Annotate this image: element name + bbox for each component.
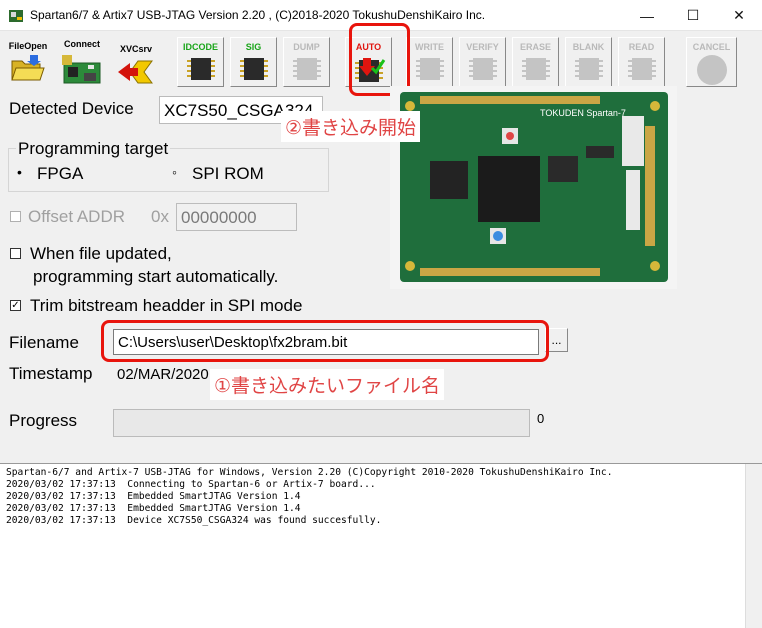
xvc-server-icon xyxy=(118,60,153,84)
folder-open-icon xyxy=(11,55,45,81)
idcode-label: IDCODE xyxy=(182,42,218,52)
verify-button[interactable]: VERIFY xyxy=(459,37,506,87)
svg-text:TOKUDEN Spartan-7: TOKUDEN Spartan-7 xyxy=(540,108,626,118)
trim-label: Trim bitstream headder in SPI mode xyxy=(30,296,303,315)
write-button[interactable]: WRITE xyxy=(406,37,453,87)
cancel-label: CANCEL xyxy=(692,42,731,52)
cancel-button[interactable]: CANCEL xyxy=(686,37,737,87)
erase-button[interactable]: ERASE xyxy=(512,37,559,87)
cancel-circle-icon xyxy=(696,55,727,85)
erase-label: ERASE xyxy=(519,42,551,52)
dump-button[interactable]: DUMP xyxy=(283,37,330,87)
auto-program-label-line1: When file updated, xyxy=(30,244,172,263)
maximize-button[interactable]: ☐ xyxy=(670,0,716,31)
blank-button[interactable]: BLANK xyxy=(565,37,612,87)
offset-label: Offset ADDR xyxy=(28,207,125,226)
progress-bar xyxy=(113,409,530,437)
connect-label: Connect xyxy=(64,39,100,49)
chip-icon xyxy=(239,58,268,80)
programming-target-legend: Programming target xyxy=(16,139,171,159)
idcode-button[interactable]: IDCODE xyxy=(177,37,224,87)
sig-label: SIG xyxy=(245,42,262,52)
offset-addr-field[interactable]: 00000000 xyxy=(176,203,297,231)
chip-disabled-icon xyxy=(292,58,321,80)
fileopen-label: FileOpen xyxy=(8,41,48,51)
detected-device-label: Detected Device xyxy=(9,99,134,118)
progress-value: 0 xyxy=(537,411,545,426)
log-line: 2020/03/02 17:37:13 Embedded SmartJTAG V… xyxy=(6,491,301,502)
auto-program-checkbox[interactable] xyxy=(10,248,21,259)
log-line: 2020/03/02 17:37:13 Embedded SmartJTAG V… xyxy=(6,503,301,514)
chip-disabled-icon xyxy=(574,58,603,80)
chip-icon xyxy=(186,58,215,80)
app-icon xyxy=(9,10,23,22)
filename-highlight-box xyxy=(101,320,549,362)
radio-fpga[interactable]: • FPGA xyxy=(17,164,127,184)
sig-button[interactable]: SIG xyxy=(230,37,277,87)
read-button[interactable]: READ xyxy=(618,37,665,87)
minimize-button[interactable]: — xyxy=(624,0,670,31)
timestamp-label: Timestamp xyxy=(9,364,93,383)
offset-checkbox[interactable] xyxy=(10,211,21,222)
auto-program-label-line2: programming start automatically. xyxy=(33,267,279,286)
offset-prefix: 0x xyxy=(151,207,169,226)
log-line: 2020/03/02 17:37:13 Connecting to Sparta… xyxy=(6,479,376,490)
write-label: WRITE xyxy=(415,42,444,52)
connect-board-icon xyxy=(62,55,101,84)
blank-label: BLANK xyxy=(572,42,605,52)
connect-button[interactable]: Connect xyxy=(56,37,108,87)
dump-label: DUMP xyxy=(293,42,320,52)
xvcsrv-button[interactable]: XVCsrv xyxy=(110,37,162,87)
log-scrollbar[interactable] xyxy=(745,464,762,628)
annotation-step1: ①書き込みたいファイル名 xyxy=(210,369,445,400)
fpga-board-photo: TOKUDEN Spartan-7 xyxy=(390,86,677,289)
radio-spi-rom[interactable]: ◦ SPI ROM xyxy=(172,164,292,184)
chip-disabled-icon xyxy=(415,58,444,80)
verify-label: VERIFY xyxy=(466,42,499,52)
filename-label: Filename xyxy=(9,333,79,352)
radio-fpga-label: FPGA xyxy=(37,164,84,183)
trim-checkbox[interactable]: ✓ xyxy=(10,300,21,311)
window-title: Spartan6/7 & Artix7 USB-JTAG Version 2.2… xyxy=(30,8,486,22)
log-panel: Spartan-6/7 and Artix-7 USB-JTAG for Win… xyxy=(0,463,762,628)
progress-label: Progress xyxy=(9,411,78,430)
log-line: 2020/03/02 17:37:13 Device XC7S50_CSGA32… xyxy=(6,515,382,526)
annotation-step2: ②書き込み開始 xyxy=(281,111,421,142)
radio-spi-dot: ◦ xyxy=(172,164,177,180)
radio-spi-label: SPI ROM xyxy=(192,164,264,183)
close-button[interactable]: ✕ xyxy=(716,0,762,31)
fileopen-button[interactable]: FileOpen xyxy=(4,37,52,87)
log-line: Spartan-6/7 and Artix-7 USB-JTAG for Win… xyxy=(6,467,613,478)
xvcsrv-label: XVCsrv xyxy=(119,44,153,54)
chip-disabled-icon xyxy=(468,58,497,80)
read-label: READ xyxy=(628,42,655,52)
chip-disabled-icon xyxy=(627,58,656,80)
radio-fpga-dot: • xyxy=(17,164,22,180)
chip-disabled-icon xyxy=(521,58,550,80)
